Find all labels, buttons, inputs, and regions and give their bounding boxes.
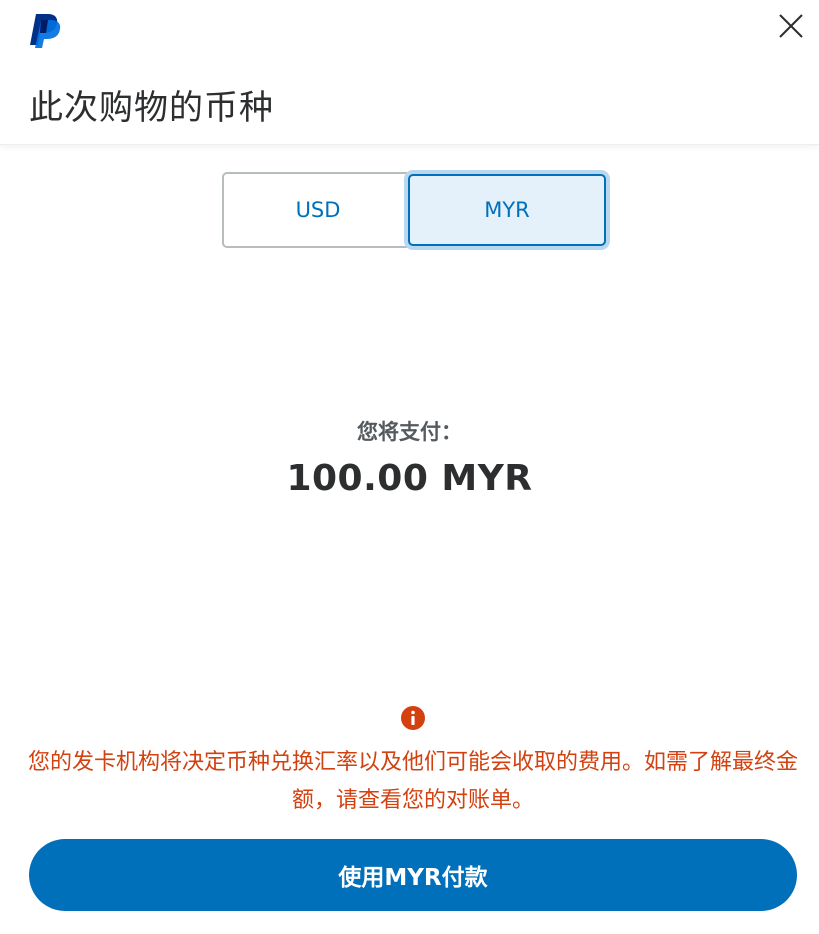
pay-label: 您将支付： [357, 420, 462, 444]
close-icon[interactable] [776, 11, 806, 41]
currency-option-myr[interactable]: MYR [408, 174, 606, 246]
currency-option-usd[interactable]: USD [222, 172, 412, 248]
info-icon [401, 706, 425, 730]
pay-amount: 100.00 MYR [286, 458, 533, 499]
dialog-header: 此次购物的币种 [0, 0, 819, 145]
paypal-logo-icon [30, 14, 61, 48]
dialog-title: 此次购物的币种 [29, 88, 274, 128]
pay-with-myr-button[interactable]: 使用MYR付款 [29, 839, 797, 911]
exchange-rate-notice: 您的发卡机构将决定币种兑换汇率以及他们可能会收取的费用。如需了解最终金额，请查看… [27, 750, 798, 813]
currency-toggle: USD MYR [222, 171, 606, 249]
currency-selection-dialog: 此次购物的币种 USD MYR 您将支付： 100.00 MYR 您的发卡机构将… [0, 0, 819, 934]
